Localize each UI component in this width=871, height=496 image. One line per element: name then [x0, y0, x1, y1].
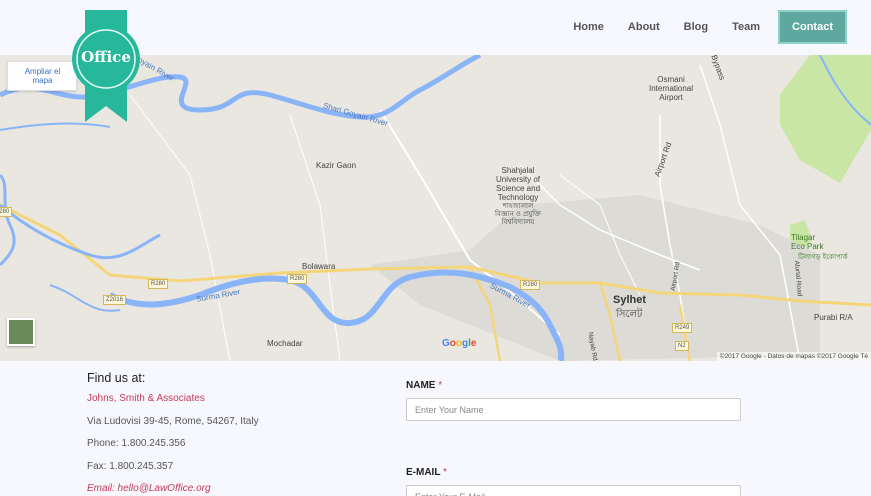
map-label-sylhet: Sylhet	[613, 294, 647, 306]
email-label: E-MAIL *	[406, 467, 741, 478]
map-label-bolawara: Bolawara	[302, 262, 336, 271]
map-label-purabi: Purabi R/A	[814, 313, 853, 322]
map-attribution[interactable]: ©2017 Google - Datos de mapas ©2017 Goog…	[716, 352, 871, 361]
map-label-mochadar: Mochadar	[267, 339, 303, 348]
email-link[interactable]: Email: hello@LawOffice.org	[87, 483, 367, 494]
name-label-text: NAME	[406, 380, 436, 391]
road-badge: R280	[0, 207, 13, 217]
map-label-tilagar-bn: টিলাগড় ইকোপার্ক	[798, 254, 848, 261]
findus-title: Find us at:	[87, 371, 146, 385]
name-input[interactable]	[406, 398, 741, 421]
map-label-kazir-gaon: Kazir Gaon	[316, 161, 357, 170]
road-badge: R249	[672, 323, 693, 333]
map-label-shahjalal-university: Shahjalal University of Science and Tech…	[495, 166, 541, 202]
nav-about[interactable]: About	[616, 10, 672, 44]
contact-form: NAME * E-MAIL *	[406, 380, 741, 496]
email-input[interactable]	[406, 485, 741, 496]
nav-team[interactable]: Team	[720, 10, 772, 44]
address: Via Ludovisi 39-45, Rome, 54267, Italy	[87, 415, 259, 427]
road-badge: Z2016	[103, 295, 127, 305]
fax: Fax: 1.800.245.357	[87, 460, 174, 472]
nav-contact[interactable]: Contact	[778, 10, 847, 44]
nav-home[interactable]: Home	[561, 10, 616, 44]
road-badge: R280	[520, 280, 541, 290]
email-required-mark: *	[443, 467, 447, 478]
road-badge: N2	[675, 341, 689, 351]
office-logo[interactable]: Office	[72, 10, 140, 125]
name-label: NAME *	[406, 380, 741, 391]
road-badge: R280	[287, 274, 308, 284]
company-name: Johns, Smith & Associates	[87, 393, 205, 404]
map-label-osmani-airport: Osmani International Airport	[648, 75, 694, 102]
logo-text: Office	[81, 48, 131, 66]
email-label-text: E-MAIL	[406, 467, 441, 478]
name-required-mark: *	[438, 380, 443, 391]
map-label-sylhet-bn: সিলেট	[616, 309, 643, 320]
map-label-tilagar-eco-park: Tilagar Eco Park	[791, 233, 824, 251]
map-label-shahjalal-bn: শাহজালাল বিজ্ঞান ও প্রযুক্তি বিশ্ববিদ্যা…	[495, 203, 541, 226]
road-badge: R280	[148, 279, 169, 289]
page: Home About Blog Team Contact Ampliar el …	[0, 0, 871, 496]
nav-blog[interactable]: Blog	[672, 10, 720, 44]
google-logo: Google	[442, 338, 477, 349]
phone: Phone: 1.800.245.356	[87, 438, 186, 449]
satellite-toggle[interactable]	[7, 318, 35, 346]
ribbon-icon	[72, 10, 140, 122]
enlarge-map-button[interactable]: Ampliar el mapa	[7, 61, 77, 91]
main-nav: Home About Blog Team Contact	[561, 10, 847, 44]
contact-info: Find us at: Johns, Smith & Associates Vi…	[87, 371, 367, 496]
